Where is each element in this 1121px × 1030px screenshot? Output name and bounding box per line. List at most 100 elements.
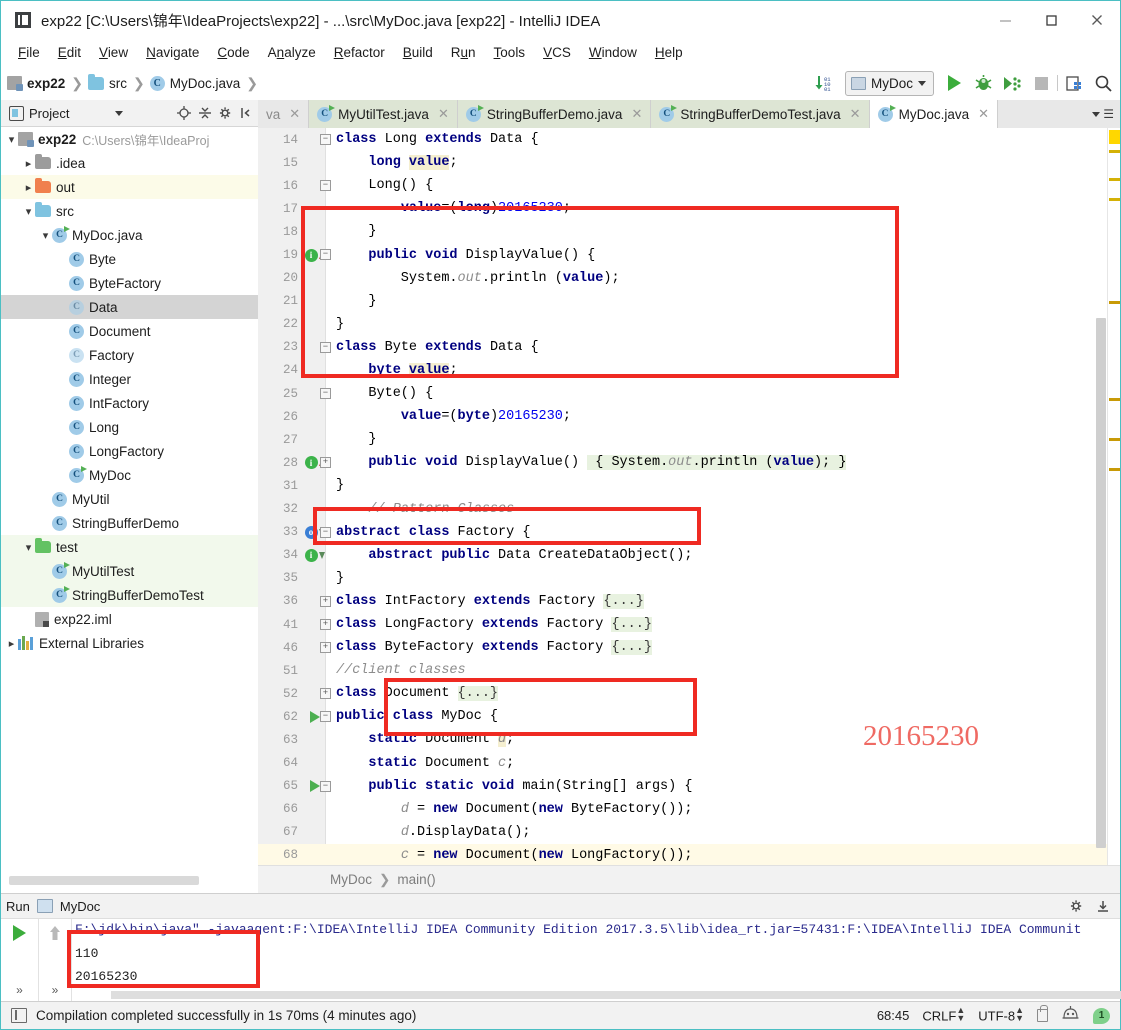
code-line[interactable]: 16 − Long() { xyxy=(258,174,1120,197)
editor-tab-stringbufferdemotest-java[interactable]: C StringBufferDemoTest.java ✕ xyxy=(651,100,870,128)
code-line[interactable]: 25 − Byte() { xyxy=(258,382,1120,405)
fold-expand-icon[interactable]: + xyxy=(320,595,331,607)
implemented-method-icon[interactable]: i xyxy=(304,456,318,470)
editor-tab-stringbufferdemo-java[interactable]: C StringBufferDemo.java ✕ xyxy=(457,100,652,128)
code-line[interactable]: 19 i − public void DisplayValue() { xyxy=(258,243,1120,266)
breadcrumb-method[interactable]: main() xyxy=(397,872,435,887)
expand-toolbar-icon[interactable]: » xyxy=(16,983,23,997)
project-tree-horizontal-scrollbar[interactable] xyxy=(9,876,199,885)
editor-marker[interactable] xyxy=(1109,178,1120,181)
maximize-button[interactable] xyxy=(1028,1,1074,39)
code-line[interactable]: 22} xyxy=(258,313,1120,336)
close-button[interactable] xyxy=(1074,1,1120,39)
tree-item-myutil[interactable]: C MyUtil xyxy=(1,487,258,511)
run-gutter-icon[interactable] xyxy=(309,780,320,793)
fold-collapse-icon[interactable]: − xyxy=(320,388,331,400)
code-line[interactable]: 18 } xyxy=(258,220,1120,243)
code-line[interactable]: 28 i + public void DisplayValue() { System… xyxy=(258,451,1120,474)
close-icon[interactable]: ✕ xyxy=(438,106,449,122)
chevron-down-icon[interactable]: ▾ xyxy=(22,541,35,554)
menu-analyze[interactable]: Analyze xyxy=(259,42,325,63)
fold-expand-icon[interactable]: + xyxy=(320,688,331,700)
tree-item-mydoc-java[interactable]: ▾ C MyDoc.java xyxy=(1,223,258,247)
fold-expand-icon[interactable]: + xyxy=(320,618,331,630)
chevron-down-icon[interactable]: ▾ xyxy=(5,133,18,146)
code-line[interactable]: 31} xyxy=(258,474,1120,497)
menu-navigate[interactable]: Navigate xyxy=(137,42,208,63)
chevron-right-icon[interactable]: ▸ xyxy=(22,157,35,170)
editor-marker[interactable] xyxy=(1109,150,1120,153)
code-line[interactable]: 15 long value; xyxy=(258,151,1120,174)
implemented-method-icon[interactable]: i xyxy=(304,248,318,262)
caret-position[interactable]: 68:45 xyxy=(877,1008,910,1023)
menu-file[interactable]: File xyxy=(9,42,49,63)
editor-marker[interactable] xyxy=(1109,398,1120,401)
editor-marker[interactable] xyxy=(1109,301,1120,304)
hide-run-panel-icon[interactable] xyxy=(1096,899,1110,913)
code-line[interactable]: 36 + class IntFactory extends Factory {...… xyxy=(258,590,1120,613)
chevron-down-icon[interactable]: ▾ xyxy=(22,205,35,218)
settings-gear-icon[interactable] xyxy=(1070,899,1084,913)
gear-icon[interactable] xyxy=(219,106,233,120)
code-line[interactable]: 46 + class ByteFactory extends Factory {..… xyxy=(258,636,1120,659)
code-line[interactable]: 64 static Document c; xyxy=(258,752,1120,775)
tree-item-document[interactable]: C Document xyxy=(1,319,258,343)
tree-item-long[interactable]: C Long xyxy=(1,415,258,439)
menu-build[interactable]: Build xyxy=(394,42,442,63)
tree-item-intfactory[interactable]: C IntFactory xyxy=(1,391,258,415)
chevron-right-icon[interactable]: ▸ xyxy=(22,181,35,194)
rerun-icon[interactable] xyxy=(13,925,26,941)
tree-item-test[interactable]: ▾ test xyxy=(1,535,258,559)
code-line[interactable]: 62 − public class MyDoc { xyxy=(258,705,1120,728)
run-gutter-icon[interactable] xyxy=(309,710,320,723)
code-line[interactable]: 68 c = new Document(new LongFactory()); xyxy=(258,843,1120,865)
code-line[interactable]: 35} xyxy=(258,567,1120,590)
console-horizontal-scrollbar[interactable] xyxy=(111,991,1121,999)
chevron-down-icon[interactable] xyxy=(115,110,124,116)
close-icon[interactable]: ✕ xyxy=(978,106,989,122)
project-panel-title[interactable]: Project xyxy=(29,106,69,121)
implementing-method-icon[interactable]: i xyxy=(304,548,318,562)
editor-vertical-scrollbar[interactable] xyxy=(1096,318,1106,848)
code-line[interactable]: 32 // Pattern Classes xyxy=(258,498,1120,521)
close-icon[interactable]: ✕ xyxy=(850,106,861,122)
fold-collapse-icon[interactable]: − xyxy=(320,526,331,538)
tree-item-longfactory[interactable]: C LongFactory xyxy=(1,439,258,463)
code-line[interactable]: 27 } xyxy=(258,428,1120,451)
tree-item-bytefactory[interactable]: C ByteFactory xyxy=(1,271,258,295)
menu-tools[interactable]: Tools xyxy=(485,42,535,63)
tree-item-data[interactable]: C Data xyxy=(1,295,258,319)
breadcrumb-item-project[interactable]: exp22 xyxy=(27,76,65,91)
notification-badge[interactable]: 1 xyxy=(1093,1007,1110,1024)
tree-item--idea[interactable]: ▸ .idea xyxy=(1,151,258,175)
code-line[interactable]: 20 System.out.println (value); xyxy=(258,267,1120,290)
menu-edit[interactable]: Edit xyxy=(49,42,90,63)
search-everywhere-button[interactable] xyxy=(1090,70,1116,96)
run-panel-config-name[interactable]: MyDoc xyxy=(60,899,100,914)
chevron-down-icon[interactable]: ▾ xyxy=(39,229,52,242)
fold-collapse-icon[interactable]: − xyxy=(320,134,331,145)
tree-item-out[interactable]: ▸ out xyxy=(1,175,258,199)
menu-help[interactable]: Help xyxy=(646,42,692,63)
editor-marker[interactable] xyxy=(1109,438,1120,441)
debug-button[interactable] xyxy=(970,70,996,96)
tree-item-external-libraries[interactable]: ▸ External Libraries xyxy=(1,631,258,655)
code-line[interactable]: 66 d = new Document(new ByteFactory()); xyxy=(258,798,1120,821)
tree-item-stringbufferdemo[interactable]: C StringBufferDemo xyxy=(1,511,258,535)
open-settings-button[interactable] xyxy=(1061,70,1087,96)
scroll-up-icon[interactable] xyxy=(48,925,62,946)
fold-expand-icon[interactable]: + xyxy=(320,642,331,654)
breadcrumb-item-src[interactable]: src xyxy=(109,76,127,91)
menu-code[interactable]: Code xyxy=(208,42,258,63)
fold-collapse-icon[interactable]: − xyxy=(320,249,331,261)
menu-run[interactable]: Run xyxy=(442,42,485,63)
tree-item-exp22[interactable]: ▾ exp22 C:\Users\锦年\IdeaProj xyxy=(1,127,258,151)
locate-file-icon[interactable] xyxy=(177,106,191,120)
console-output[interactable]: F:\jdk\bin\java" -javaagent:F:\IDEA\Inte… xyxy=(72,919,1120,1002)
hector-icon[interactable] xyxy=(1061,1005,1080,1026)
overridden-method-icon[interactable]: o xyxy=(304,525,318,539)
menu-window[interactable]: Window xyxy=(580,42,646,63)
editor-tab-mydoc-java[interactable]: C MyDoc.java ✕ xyxy=(869,100,999,128)
code-line[interactable]: 63 static Document d; xyxy=(258,728,1120,751)
menu-view[interactable]: View xyxy=(90,42,137,63)
